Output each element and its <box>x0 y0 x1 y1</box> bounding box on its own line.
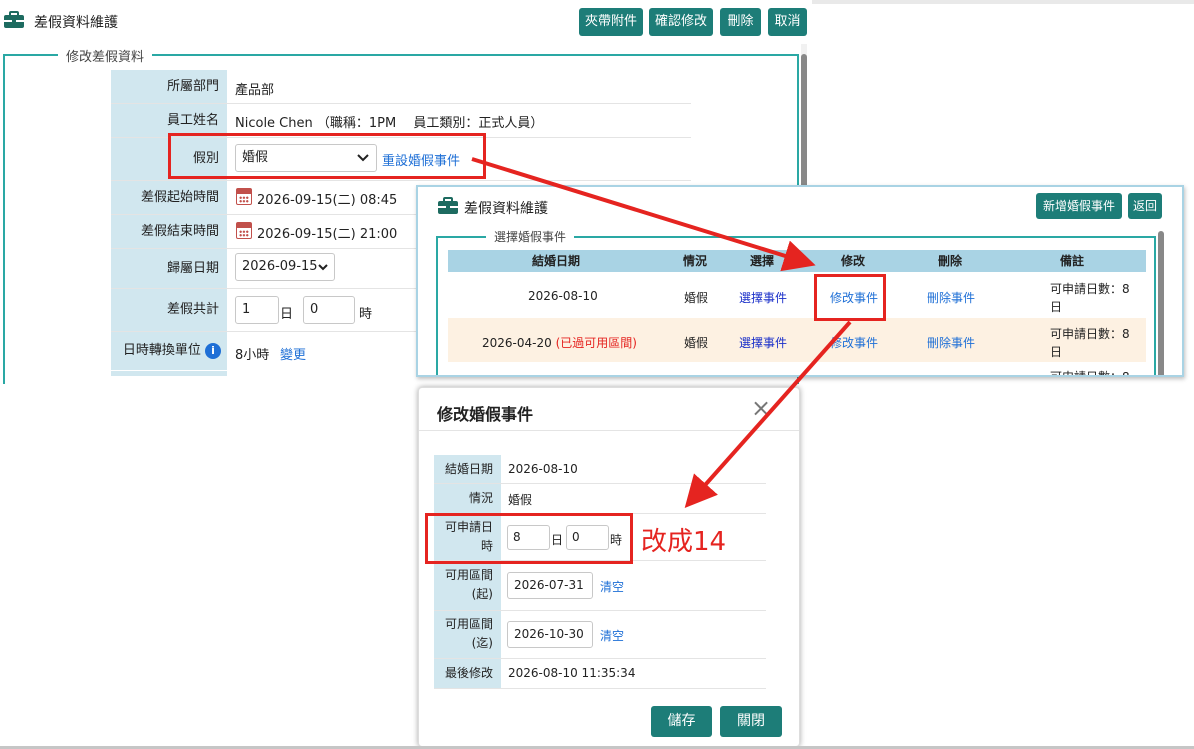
background-strip <box>812 0 1194 4</box>
arrow-to-event-window <box>471 157 816 272</box>
arrow-to-modal <box>684 320 852 508</box>
annotation-arrows <box>471 157 852 508</box>
